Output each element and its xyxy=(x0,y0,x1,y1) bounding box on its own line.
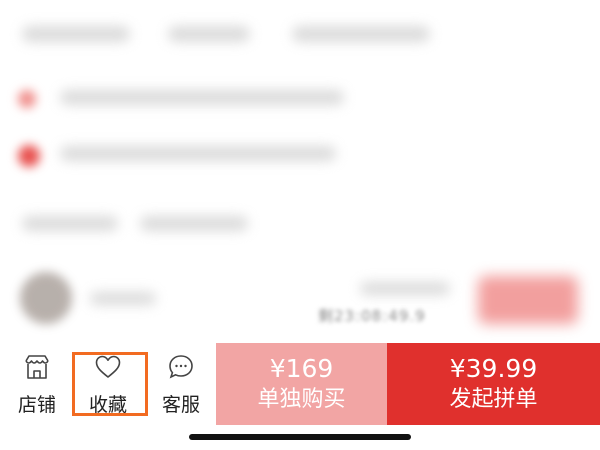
blurred-text-line xyxy=(22,26,130,42)
store-label: 店铺 xyxy=(17,393,56,416)
blurred-text-line xyxy=(140,216,248,231)
home-indicator[interactable] xyxy=(189,434,411,440)
countdown-text: 剩23:08:49.9 xyxy=(318,307,426,325)
blurred-tag-icon xyxy=(18,90,36,108)
customer-service-button[interactable]: 客服 xyxy=(146,343,216,425)
blurred-text-line xyxy=(22,216,118,231)
heart-icon xyxy=(93,352,123,386)
blurred-text-line xyxy=(168,26,250,42)
favorite-button[interactable]: 收藏 xyxy=(73,343,143,425)
group-price: ¥39.99 xyxy=(449,354,538,383)
customer-service-label: 客服 xyxy=(161,393,200,416)
favorite-label: 收藏 xyxy=(88,393,127,416)
store-button[interactable]: 店铺 xyxy=(2,343,72,425)
solo-label: 单独购买 xyxy=(257,387,346,412)
blurred-text-line xyxy=(60,146,336,161)
blurred-text-line xyxy=(360,282,450,295)
solo-price: ¥169 xyxy=(269,354,334,383)
blurred-tag-icon xyxy=(18,145,40,167)
blurred-text-line xyxy=(90,292,156,305)
store-icon xyxy=(22,352,52,386)
chat-icon xyxy=(166,352,196,386)
blurred-text-line xyxy=(292,26,430,42)
blurred-product-details: 剩23:08:49.9 xyxy=(0,0,600,340)
group-label: 发起拼单 xyxy=(449,387,538,412)
start-group-buy-button[interactable]: ¥39.99 发起拼单 xyxy=(387,343,600,425)
blurred-join-button xyxy=(478,276,578,324)
buy-solo-button[interactable]: ¥169 单独购买 xyxy=(216,343,387,425)
blurred-text-line xyxy=(60,90,344,105)
blurred-avatar xyxy=(20,272,72,324)
